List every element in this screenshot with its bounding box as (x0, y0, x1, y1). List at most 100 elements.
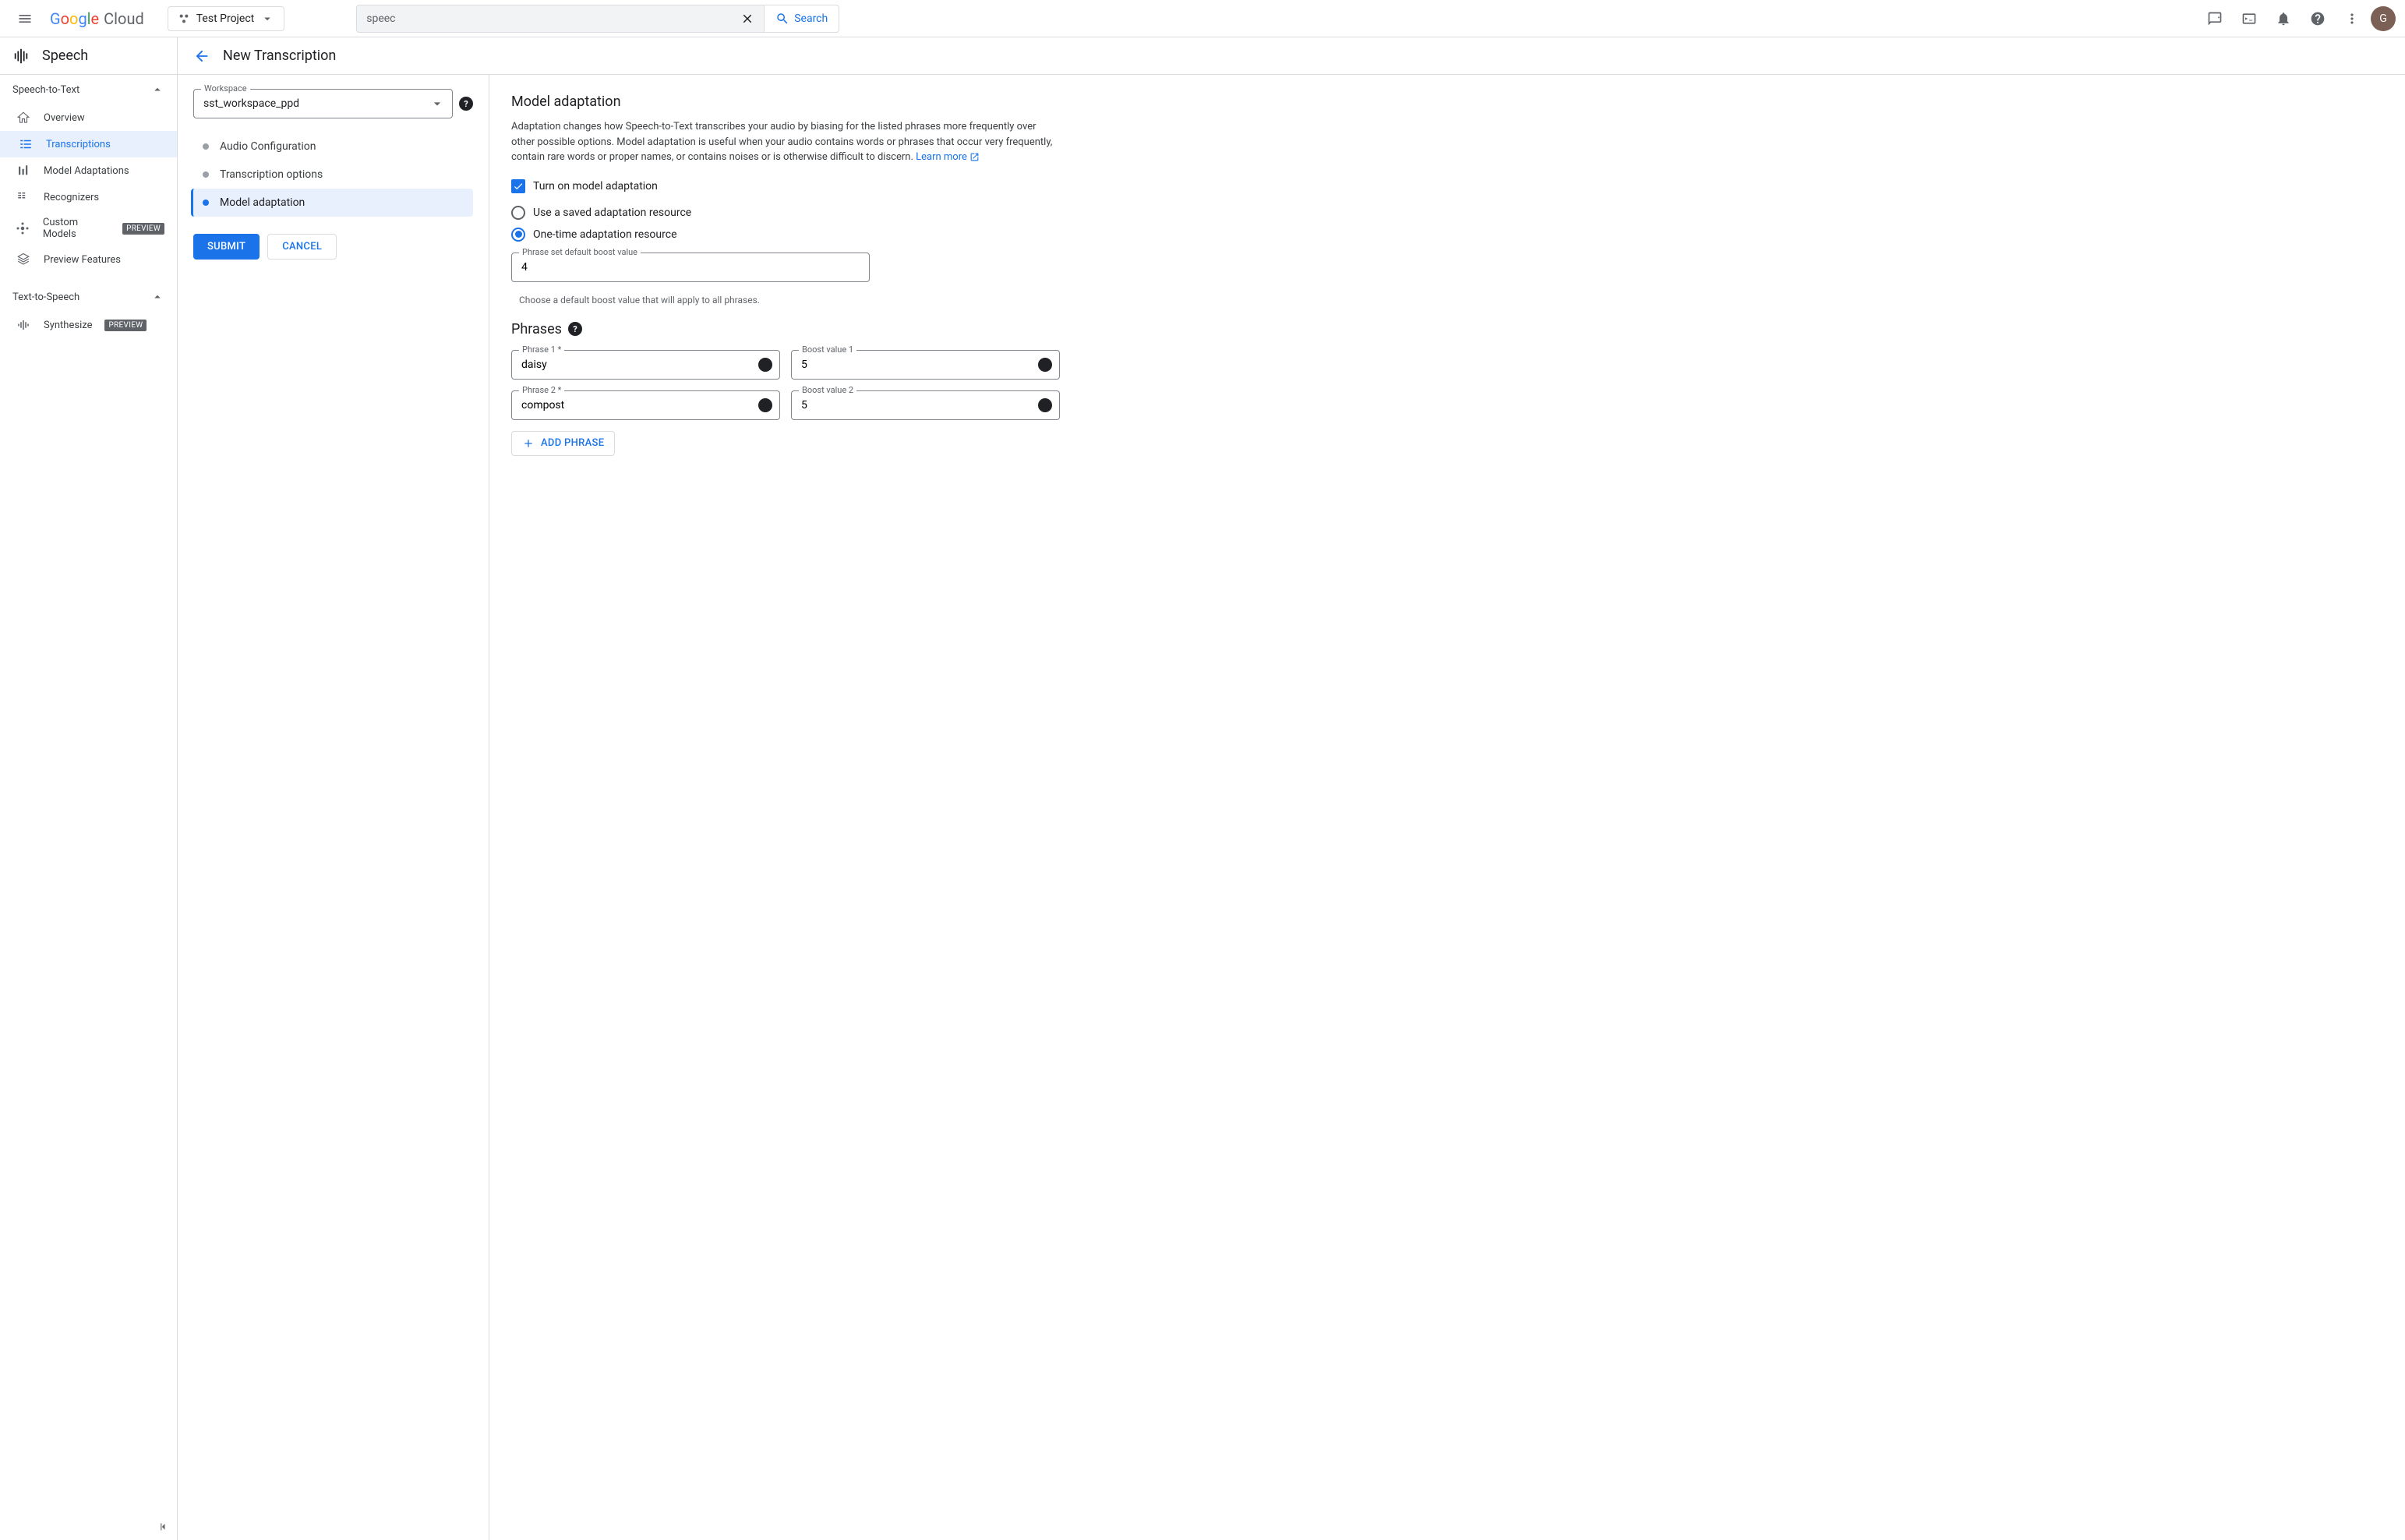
back-button[interactable] (193, 48, 210, 65)
chevron-down-icon (260, 12, 274, 26)
tune-icon (16, 164, 30, 178)
boost-value-input[interactable] (801, 399, 1031, 411)
speech-product-icon (12, 48, 30, 65)
chevron-down-icon (429, 96, 445, 111)
list-icon (19, 137, 33, 151)
phrases-heading: Phrases ? (511, 321, 1060, 337)
phrase-row: Phrase 1 * ? Boost value 1 ? (511, 350, 1060, 380)
step-dot-icon (203, 171, 209, 178)
search-icon (775, 12, 789, 26)
notifications-button[interactable] (2268, 3, 2299, 34)
adaptation-heading: Model adaptation (511, 94, 1060, 110)
boost-help-icon[interactable]: ? (1038, 358, 1052, 372)
chevron-up-icon (150, 290, 164, 304)
search-wrap: Search (356, 5, 839, 33)
content-header: New Transcription (178, 37, 2405, 75)
collapse-icon (157, 1520, 171, 1534)
sidebar-item-overview[interactable]: Overview (0, 104, 177, 131)
phrase-input[interactable] (521, 359, 751, 371)
sidebar-item-custom-models[interactable]: Custom Models PREVIEW (0, 210, 177, 246)
terminal-icon (2241, 11, 2257, 26)
sidebar-collapse-button[interactable] (157, 1520, 171, 1534)
grid-icon (16, 190, 30, 204)
cancel-button[interactable]: CANCEL (267, 234, 337, 260)
boost-input[interactable] (521, 261, 841, 274)
preview-badge: PREVIEW (122, 223, 164, 235)
sidebar: Speech Speech-to-Text Overview Transcrip… (0, 37, 178, 1540)
sidebar-item-transcriptions[interactable]: Transcriptions (0, 131, 177, 157)
chat-icon (2207, 11, 2223, 26)
nav-group-tts[interactable]: Text-to-Speech (0, 282, 177, 312)
phrase-row: Phrase 2 * ? Boost value 2 ? (511, 390, 1060, 420)
radio-onetime-resource[interactable]: One-time adaptation resource (511, 228, 1060, 242)
nav-group-stt[interactable]: Speech-to-Text (0, 75, 177, 104)
topbar-right: G (2199, 3, 2396, 34)
product-title: Speech (42, 48, 88, 64)
boost-value-label: Boost value 2 (799, 385, 856, 395)
learn-more-link[interactable]: Learn more (916, 151, 980, 163)
step-transcription-options[interactable]: Transcription options (193, 161, 473, 189)
boost-value-label: Boost value 1 (799, 344, 856, 355)
action-buttons: SUBMIT CANCEL (193, 234, 473, 260)
help-icon (2310, 11, 2326, 26)
adaptation-description: Adaptation changes how Speech-to-Text tr… (511, 119, 1060, 165)
chat-icon-button[interactable] (2199, 3, 2230, 34)
home-icon (16, 111, 30, 125)
project-icon (178, 12, 190, 25)
add-phrase-button[interactable]: ADD PHRASE (511, 431, 615, 456)
model-icon (16, 221, 30, 235)
content: New Transcription Workspace sst_workspac… (178, 37, 2405, 1540)
preview-badge: PREVIEW (104, 320, 147, 331)
hamburger-menu-button[interactable] (9, 3, 41, 34)
radio-icon (511, 206, 525, 220)
step-audio-configuration[interactable]: Audio Configuration (193, 132, 473, 161)
stepper: Audio Configuration Transcription option… (193, 132, 473, 217)
radio-icon (511, 228, 525, 242)
phrase-input[interactable] (521, 399, 751, 411)
main: Speech Speech-to-Text Overview Transcrip… (0, 37, 2405, 1540)
phrase-label: Phrase 1 * (519, 344, 564, 355)
more-vert-icon (2344, 11, 2360, 26)
sidebar-item-recognizers[interactable]: Recognizers (0, 184, 177, 210)
sidebar-item-preview-features[interactable]: Preview Features (0, 246, 177, 273)
close-icon[interactable] (740, 12, 754, 26)
step-model-adaptation[interactable]: Model adaptation (191, 189, 473, 217)
boost-value-input[interactable] (801, 359, 1031, 371)
bell-icon (2276, 11, 2291, 26)
wave-icon (16, 318, 30, 332)
sidebar-item-model-adaptations[interactable]: Model Adaptations (0, 157, 177, 184)
right-panel: Model adaptation Adaptation changes how … (489, 75, 1082, 1540)
boost-label: Phrase set default boost value (519, 247, 641, 257)
phrase-help-icon[interactable]: ? (758, 358, 772, 372)
check-icon (513, 181, 524, 192)
boost-hint: Choose a default boost value that will a… (519, 295, 1060, 306)
search-box[interactable] (356, 5, 765, 33)
toggle-adaptation-label: Turn on model adaptation (533, 180, 658, 192)
step-dot-icon (203, 200, 209, 206)
search-button[interactable]: Search (765, 5, 839, 33)
sidebar-item-synthesize[interactable]: Synthesize PREVIEW (0, 312, 177, 338)
boost-help-icon[interactable]: ? (1038, 398, 1052, 412)
search-input[interactable] (366, 12, 740, 25)
user-avatar[interactable]: G (2371, 6, 2396, 31)
toggle-adaptation-row[interactable]: Turn on model adaptation (511, 179, 1060, 193)
content-body: Workspace sst_workspace_ppd ? Audio Conf… (178, 75, 2405, 1540)
phrases-help-icon[interactable]: ? (568, 322, 582, 336)
toggle-adaptation-checkbox[interactable] (511, 179, 525, 193)
submit-button[interactable]: SUBMIT (193, 234, 260, 260)
help-button[interactable] (2302, 3, 2333, 34)
stack-icon (16, 253, 30, 267)
sidebar-header: Speech (0, 37, 177, 75)
project-name: Test Project (196, 12, 254, 25)
plus-icon (522, 437, 535, 450)
google-cloud-logo[interactable]: Google Cloud (50, 9, 144, 28)
phrase-help-icon[interactable]: ? (758, 398, 772, 412)
menu-icon (17, 11, 33, 26)
workspace-help-icon[interactable]: ? (459, 97, 473, 111)
project-picker[interactable]: Test Project (168, 6, 284, 31)
phrase-label: Phrase 2 * (519, 385, 564, 395)
more-button[interactable] (2336, 3, 2368, 34)
radio-saved-resource[interactable]: Use a saved adaptation resource (511, 206, 1060, 220)
top-bar: Google Cloud Test Project Search G (0, 0, 2405, 37)
cloud-shell-button[interactable] (2234, 3, 2265, 34)
